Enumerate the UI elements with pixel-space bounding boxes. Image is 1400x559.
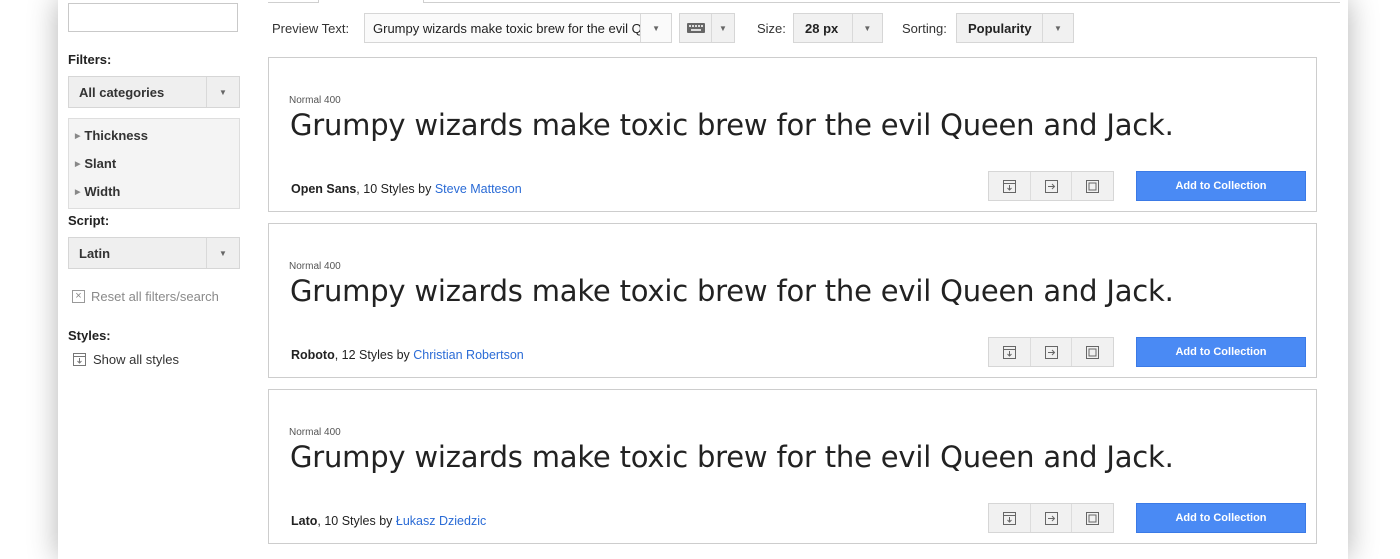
show-all-styles-toggle[interactable]: Show all styles: [73, 352, 179, 367]
font-actions: [988, 503, 1114, 533]
font-card: Normal 400 Grumpy wizards make toxic bre…: [268, 389, 1317, 544]
style-weight-label: Normal 400: [289, 95, 341, 106]
script-value: Latin: [79, 245, 111, 261]
dropdown-arrow-icon: ▼: [711, 14, 734, 42]
add-to-collection-button[interactable]: Add to Collection: [1136, 337, 1306, 367]
font-name: Open Sans: [291, 182, 357, 196]
copy-icon: [1086, 345, 1100, 359]
font-styles-count: , 12 Styles by: [334, 348, 414, 362]
preview-text-value: Grumpy wizards make toxic brew for the e…: [373, 20, 641, 36]
filter-slant-label: Slant: [84, 156, 117, 171]
filter-width[interactable]: ▶ Width: [75, 184, 120, 199]
download-button[interactable]: [989, 504, 1030, 532]
font-styles-count: , 10 Styles by: [356, 182, 435, 196]
export-icon: [1044, 511, 1058, 525]
close-box-icon: ×: [72, 290, 85, 303]
download-button[interactable]: [989, 172, 1030, 200]
caret-right-icon: ▶: [75, 160, 81, 168]
dropdown-arrow-icon: ▼: [640, 14, 671, 42]
dropdown-arrow-icon: ▼: [206, 238, 239, 268]
tab-bar-border: [268, 2, 1340, 3]
filter-thickness-label: Thickness: [84, 128, 148, 143]
script-select[interactable]: Latin ▼: [68, 237, 240, 269]
filter-width-label: Width: [84, 184, 121, 199]
font-meta: Open Sans, 10 Styles by Steve Matteson: [291, 182, 522, 196]
dropdown-arrow-icon: ▼: [206, 77, 239, 107]
download-icon: [73, 353, 86, 366]
sorting-value: Popularity: [968, 20, 1032, 36]
style-weight-label: Normal 400: [289, 261, 341, 272]
font-name: Roboto: [291, 348, 335, 362]
download-button[interactable]: [989, 338, 1030, 366]
export-icon: [1044, 345, 1058, 359]
designer-link[interactable]: Steve Matteson: [435, 182, 522, 196]
reset-filters-label: Reset all filters/search: [91, 289, 219, 304]
quick-use-button[interactable]: [1029, 504, 1072, 532]
size-value: 28 px: [805, 20, 839, 36]
caret-right-icon: ▶: [75, 188, 81, 196]
category-select[interactable]: All categories ▼: [68, 76, 240, 108]
google-fonts-window: Filters: All categories ▼ ▶ Thickness ▶ …: [58, 0, 1348, 559]
quick-use-button[interactable]: [1029, 172, 1072, 200]
copy-icon: [1086, 511, 1100, 525]
font-card: Normal 400 Grumpy wizards make toxic bre…: [268, 223, 1317, 378]
font-preview-text: Grumpy wizards make toxic brew for the e…: [290, 274, 1174, 308]
style-weight-label: Normal 400: [289, 427, 341, 438]
search-input[interactable]: [68, 3, 238, 32]
sorting-select[interactable]: Popularity ▼: [956, 13, 1074, 43]
download-icon: [1002, 511, 1016, 525]
designer-link[interactable]: Łukasz Dziedzic: [396, 514, 486, 528]
add-to-collection-button[interactable]: Add to Collection: [1136, 171, 1306, 201]
show-all-styles-label: Show all styles: [93, 352, 179, 367]
reset-filters-button[interactable]: × Reset all filters/search: [72, 289, 219, 304]
font-actions: [988, 337, 1114, 367]
font-meta: Roboto, 12 Styles by Christian Robertson: [291, 348, 524, 362]
filter-options-box: ▶ Thickness ▶ Slant ▶ Width: [68, 118, 240, 209]
preview-text-label: Preview Text:: [272, 21, 350, 36]
filter-thickness[interactable]: ▶ Thickness: [75, 128, 148, 143]
preview-text-select[interactable]: Grumpy wizards make toxic brew for the e…: [364, 13, 672, 43]
font-name: Lato: [291, 514, 318, 528]
styles-label: Styles:: [68, 328, 111, 343]
caret-right-icon: ▶: [75, 132, 81, 140]
pop-out-button[interactable]: [1071, 338, 1113, 366]
font-preview-text: Grumpy wizards make toxic brew for the e…: [290, 440, 1174, 474]
filter-slant[interactable]: ▶ Slant: [75, 156, 116, 171]
font-card: Normal 400 Grumpy wizards make toxic bre…: [268, 57, 1317, 212]
download-icon: [1002, 179, 1016, 193]
filters-label: Filters:: [68, 52, 112, 67]
export-icon: [1044, 179, 1058, 193]
active-tab-edge[interactable]: [318, 0, 424, 3]
category-value: All categories: [79, 84, 165, 100]
keyboard-button[interactable]: ▼: [679, 13, 735, 43]
download-icon: [1002, 345, 1016, 359]
font-meta: Lato, 10 Styles by Łukasz Dziedzic: [291, 514, 486, 528]
keyboard-icon: [687, 23, 705, 33]
font-actions: [988, 171, 1114, 201]
quick-use-button[interactable]: [1029, 338, 1072, 366]
add-to-collection-button[interactable]: Add to Collection: [1136, 503, 1306, 533]
script-label: Script:: [68, 213, 110, 228]
copy-icon: [1086, 179, 1100, 193]
designer-link[interactable]: Christian Robertson: [413, 348, 523, 362]
font-styles-count: , 10 Styles by: [317, 514, 396, 528]
pop-out-button[interactable]: [1071, 172, 1113, 200]
sorting-label: Sorting:: [902, 21, 947, 36]
size-select[interactable]: 28 px ▼: [793, 13, 883, 43]
font-preview-text: Grumpy wizards make toxic brew for the e…: [290, 108, 1174, 142]
pop-out-button[interactable]: [1071, 504, 1113, 532]
dropdown-arrow-icon: ▼: [851, 14, 882, 42]
dropdown-arrow-icon: ▼: [1042, 14, 1073, 42]
size-label: Size:: [757, 21, 786, 36]
